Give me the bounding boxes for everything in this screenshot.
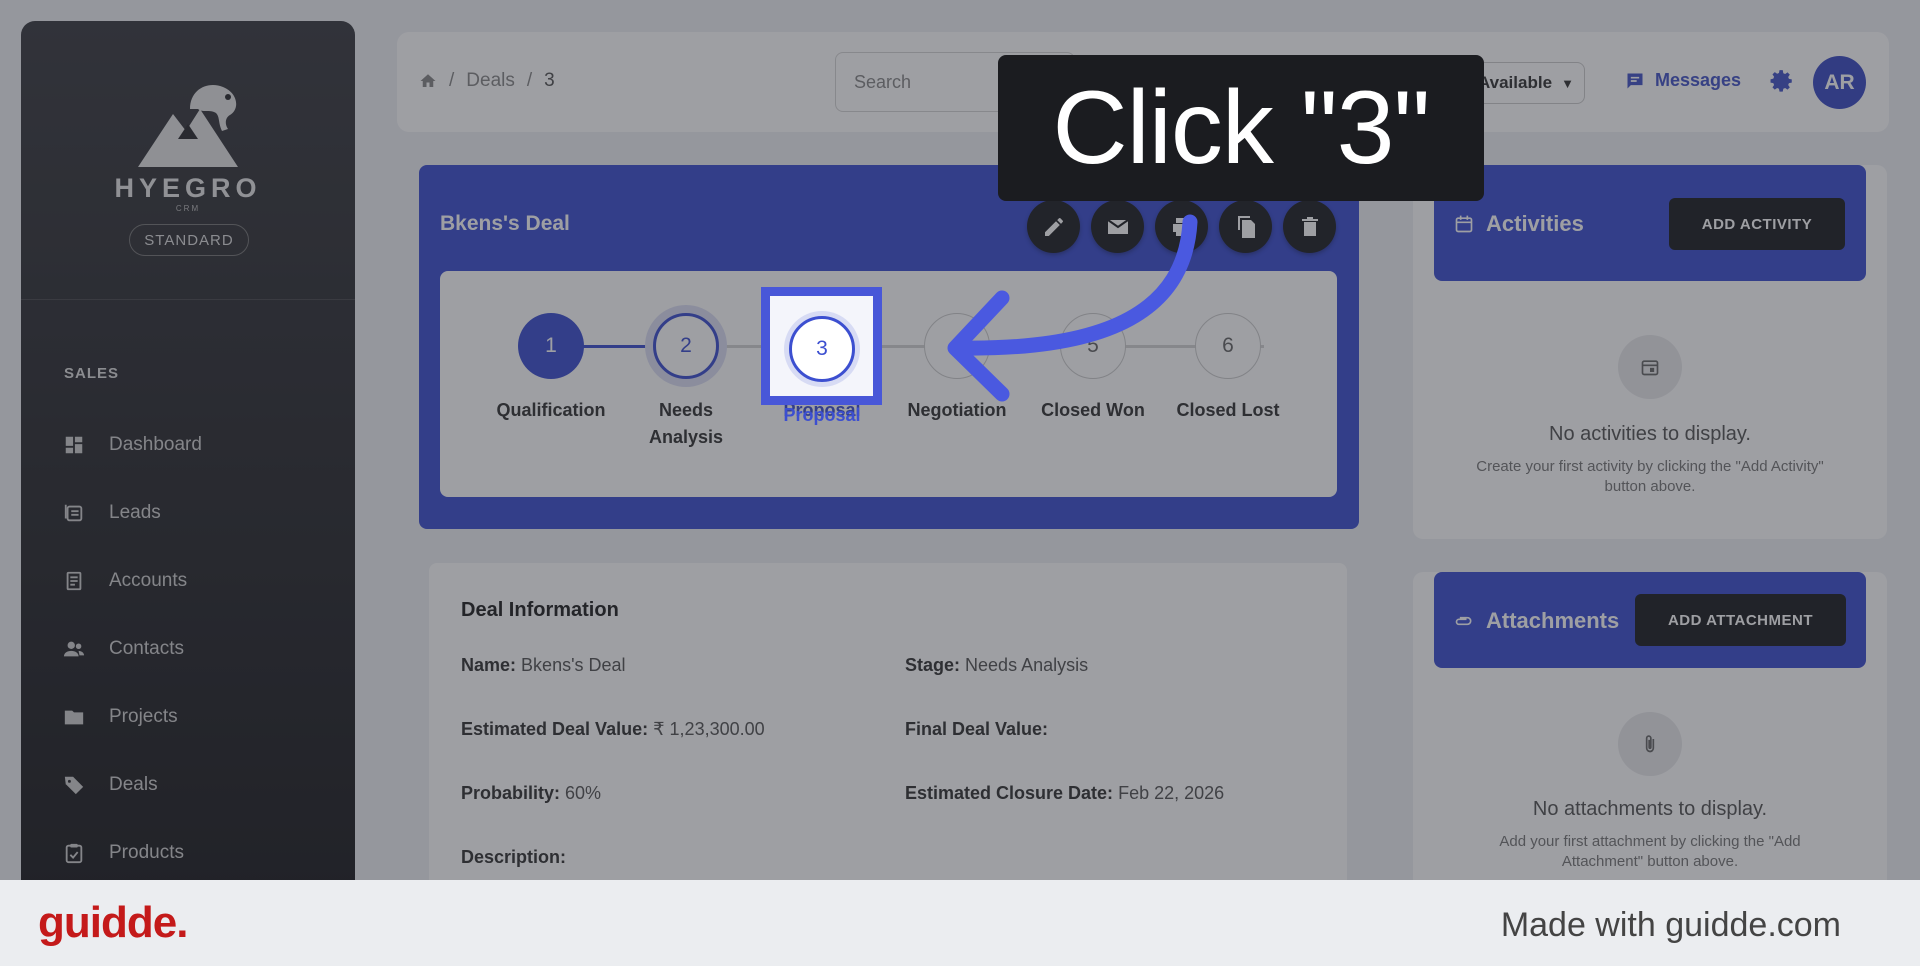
callout-instruction: Click "3": [998, 55, 1484, 201]
guidde-footer: guidde. Made with guidde.com: [0, 880, 1920, 966]
app-window: HYEGRO CRM STANDARD SALES Dashboard Lead…: [0, 0, 1920, 880]
pointer-arrow-icon: [947, 214, 1198, 402]
guidde-logo: guidde.: [38, 898, 188, 947]
made-with-text: Made with guidde.com: [1500, 906, 1841, 944]
